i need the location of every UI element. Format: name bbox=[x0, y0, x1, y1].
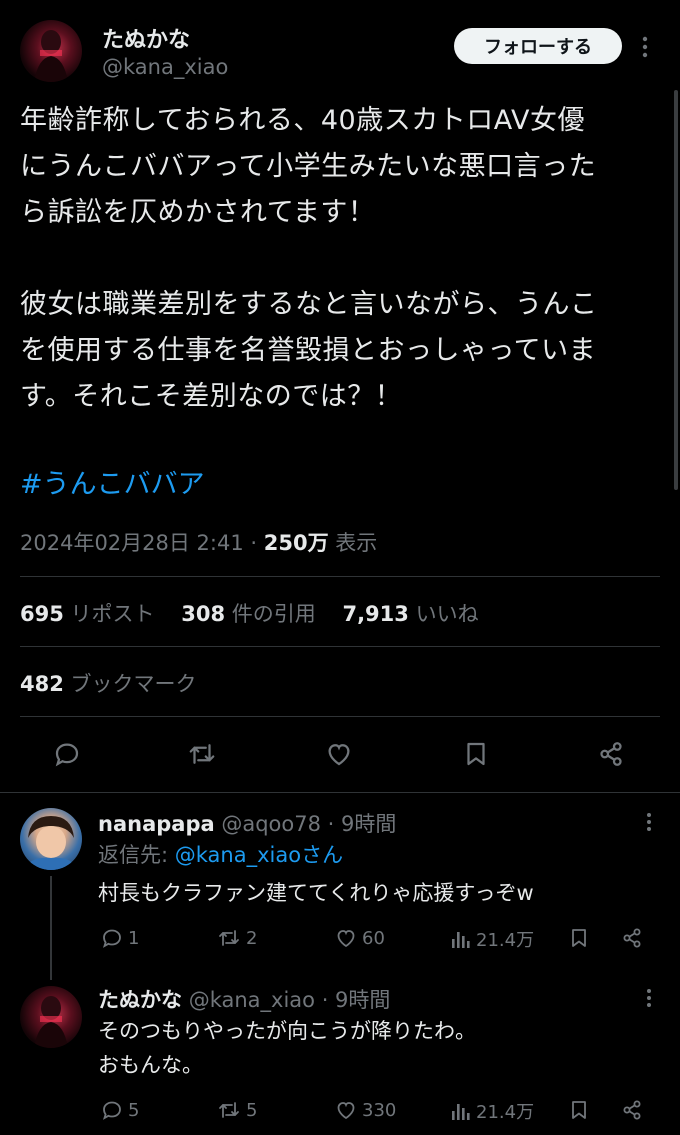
reply-more-icon[interactable] bbox=[645, 988, 653, 1008]
like-icon[interactable] bbox=[324, 739, 354, 769]
reply-time[interactable]: · 9時間 bbox=[322, 988, 391, 1012]
like-icon bbox=[334, 1098, 358, 1122]
reply-more-icon[interactable] bbox=[645, 812, 653, 832]
reply-to-line: 返信先: @kana_xiaoさん bbox=[98, 840, 343, 870]
likes-label: いいね bbox=[415, 602, 479, 626]
reply-icon bbox=[100, 1098, 124, 1122]
repost-icon bbox=[216, 926, 242, 950]
reply-header: nanapapa @aqoo78 · 9時間 bbox=[98, 808, 396, 838]
divider bbox=[20, 716, 660, 717]
tweet-body: 年齢詐称しておられる、40歳スカトロAV女優 にうんこババアって小学生みたいな悪… bbox=[20, 105, 598, 412]
repost-count: 2 bbox=[246, 927, 258, 949]
reply-time[interactable]: · 9時間 bbox=[328, 812, 397, 836]
reply-count: 5 bbox=[128, 1099, 140, 1121]
repost-action[interactable]: 2 bbox=[216, 926, 257, 950]
more-options-icon[interactable] bbox=[640, 36, 650, 58]
reply-to-label: 返信先: bbox=[98, 843, 169, 867]
quotes-stat[interactable]: 308 件の引用 bbox=[181, 602, 316, 626]
like-count: 330 bbox=[362, 1099, 397, 1121]
bookmarks-stat[interactable]: 482 ブックマーク bbox=[20, 668, 197, 698]
bookmarks-label: ブックマーク bbox=[70, 672, 197, 696]
like-action[interactable]: 60 bbox=[334, 926, 385, 950]
thread-line bbox=[50, 876, 52, 980]
views-icon bbox=[450, 1099, 472, 1123]
views-count: 250万 bbox=[263, 531, 329, 555]
reply-text: 村長もクラファン建ててくれりゃ応援すっぞw bbox=[98, 881, 534, 905]
quotes-label: 件の引用 bbox=[231, 602, 316, 626]
stats-row: 695 リポスト 308 件の引用 7,913 いいね bbox=[20, 598, 479, 628]
bookmark-icon[interactable] bbox=[461, 739, 491, 769]
repost-icon[interactable] bbox=[186, 739, 218, 769]
hashtag-link[interactable]: #うんこババア bbox=[20, 462, 205, 501]
views-action[interactable]: 21.4万 bbox=[450, 1098, 534, 1124]
likes-count: 7,913 bbox=[342, 602, 409, 626]
reply-icon[interactable] bbox=[52, 739, 82, 769]
views-action[interactable]: 21.4万 bbox=[450, 926, 534, 952]
reply-avatar[interactable] bbox=[20, 808, 82, 870]
share-icon[interactable] bbox=[620, 926, 644, 950]
reply-author-name[interactable]: たぬかな bbox=[98, 988, 182, 1012]
reply-author-name[interactable]: nanapapa bbox=[98, 812, 215, 836]
quotes-count: 308 bbox=[181, 602, 226, 626]
like-icon bbox=[334, 926, 358, 950]
scrollbar[interactable] bbox=[674, 90, 678, 490]
bookmark-icon[interactable] bbox=[567, 1098, 591, 1122]
follow-button[interactable]: フォローする bbox=[454, 28, 622, 64]
divider bbox=[0, 792, 680, 793]
bookmark-icon[interactable] bbox=[567, 926, 591, 950]
likes-stat[interactable]: 7,913 いいね bbox=[342, 602, 478, 626]
share-icon[interactable] bbox=[620, 1098, 644, 1122]
divider bbox=[20, 646, 660, 647]
author-name[interactable]: たぬかな bbox=[102, 22, 190, 54]
separator-dot: · bbox=[243, 531, 264, 555]
views-count: 21.4万 bbox=[476, 1102, 535, 1123]
reply-header: たぬかな @kana_xiao · 9時間 bbox=[98, 984, 390, 1014]
author-handle[interactable]: @kana_xiao bbox=[102, 55, 228, 79]
divider bbox=[20, 576, 660, 577]
author-avatar[interactable] bbox=[20, 20, 82, 82]
reposts-label: リポスト bbox=[70, 602, 155, 626]
reposts-count: 695 bbox=[20, 602, 64, 626]
reply-action[interactable]: 1 bbox=[100, 926, 139, 950]
views-label: 表示 bbox=[335, 531, 378, 555]
bookmarks-count: 482 bbox=[20, 672, 64, 696]
timestamp[interactable]: 2024年02月28日 2:41 bbox=[20, 531, 244, 555]
tweet-meta: 2024年02月28日 2:41 · 250万 表示 bbox=[20, 527, 377, 557]
reposts-stat[interactable]: 695 リポスト bbox=[20, 602, 155, 626]
views-count: 21.4万 bbox=[476, 930, 535, 951]
repost-icon bbox=[216, 1098, 242, 1122]
reply-avatar[interactable] bbox=[20, 986, 82, 1048]
reply-action[interactable]: 5 bbox=[100, 1098, 139, 1122]
reply-count: 1 bbox=[128, 927, 140, 949]
reply-author-handle[interactable]: @kana_xiao bbox=[189, 988, 315, 1012]
reply-icon bbox=[100, 926, 124, 950]
like-action[interactable]: 330 bbox=[334, 1098, 396, 1122]
reply-text: そのつもりやったが向こうが降りたわ。 おもんな。 bbox=[98, 1019, 476, 1077]
share-icon[interactable] bbox=[596, 739, 626, 769]
reply-to-handle[interactable]: @kana_xiaoさん bbox=[175, 843, 343, 867]
like-count: 60 bbox=[362, 927, 385, 949]
reply-author-handle[interactable]: @aqoo78 bbox=[221, 812, 321, 836]
repost-action[interactable]: 5 bbox=[216, 1098, 257, 1122]
repost-count: 5 bbox=[246, 1099, 258, 1121]
views-icon bbox=[450, 927, 472, 951]
